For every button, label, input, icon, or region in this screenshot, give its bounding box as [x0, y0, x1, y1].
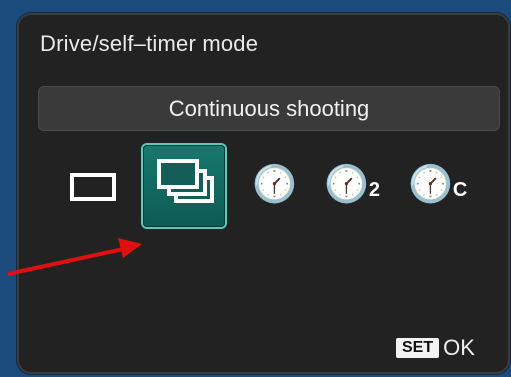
ok-label: OK [443, 335, 475, 361]
self-timer-2s-icon[interactable]: 🕜2 [324, 165, 380, 210]
menu-title: Drive/self–timer mode [40, 31, 259, 56]
self-timer-2s-glyph: 🕜 [324, 164, 369, 205]
self-timer-icon[interactable]: 🕜 [252, 165, 297, 205]
self-timer-glyph: 🕜 [252, 164, 297, 205]
selected-mode-bar: Continuous shooting [38, 86, 500, 131]
self-timer-continuous-glyph: 🕜 [408, 164, 453, 205]
selected-mode-label: Continuous shooting [168, 96, 370, 121]
self-timer-continuous-icon[interactable]: 🕜C [408, 165, 467, 210]
continuous-shooting-icon-front [157, 159, 199, 189]
set-badge: SET [396, 338, 440, 359]
self-timer-continuous-sub: C [452, 179, 468, 201]
self-timer-2s-sub: 2 [368, 179, 380, 201]
single-shot-icon[interactable] [70, 173, 116, 201]
continuous-shooting-option[interactable] [143, 145, 225, 227]
set-ok-hint: SET OK [396, 334, 475, 361]
